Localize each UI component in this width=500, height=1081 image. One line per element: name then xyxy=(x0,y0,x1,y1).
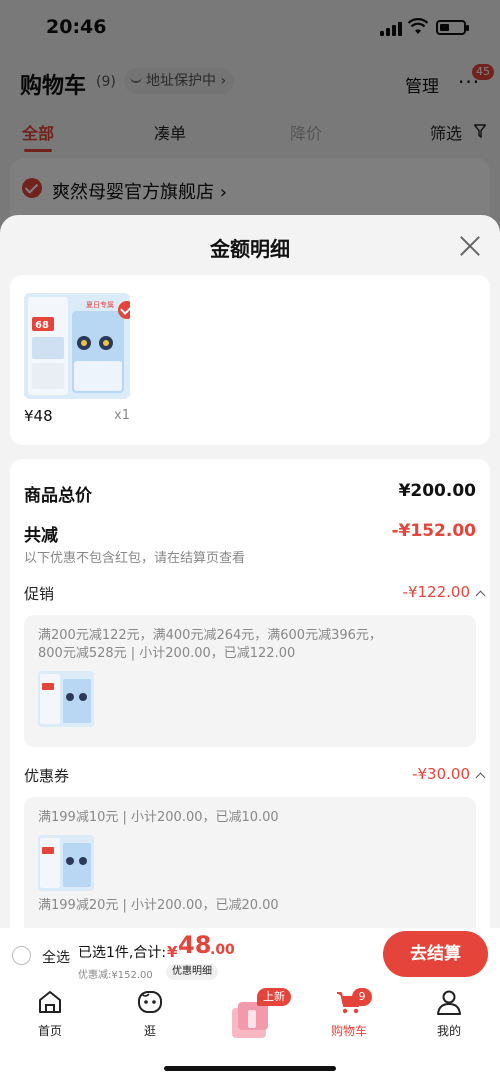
browse-icon xyxy=(138,991,162,1013)
checkout-button[interactable]: 去结算 xyxy=(383,931,488,977)
total-amount-decimal: .00 xyxy=(210,942,235,958)
product-thumbnail xyxy=(38,835,94,891)
tab-cart[interactable]: 购物车 xyxy=(314,988,384,1039)
chevron-up-icon[interactable] xyxy=(475,590,486,601)
currency-symbol: ¥ xyxy=(167,943,178,961)
product-card: 68 夏日专属 ¥48 x1 xyxy=(10,275,490,445)
coupon-value[interactable]: -¥30.00 xyxy=(412,765,470,783)
product-quantity: x1 xyxy=(114,408,130,423)
tab-browse-label: 逛 xyxy=(143,1024,156,1038)
tab-browse[interactable]: 逛 xyxy=(115,988,185,1039)
coupon-rule-1: 满199减10元 | 小计200.00，已减10.00 xyxy=(38,810,279,825)
reduce-note: 以下优惠不包含红包，请在结算页查看 xyxy=(24,551,246,566)
svg-text:68: 68 xyxy=(35,320,49,331)
total-value: ¥200.00 xyxy=(398,481,476,501)
coupon-label: 优惠券 xyxy=(24,767,70,785)
promo-detail-box: 满200元减122元，满400元减264元，满600元减396元， 800元减5… xyxy=(24,615,476,747)
home-icon xyxy=(39,991,61,1013)
discount-amount: 优惠减:¥152.00 xyxy=(78,970,153,981)
promo-value[interactable]: -¥122.00 xyxy=(403,583,470,601)
close-icon[interactable] xyxy=(459,235,481,257)
tab-home[interactable]: 首页 xyxy=(15,988,85,1039)
reduce-value: -¥152.00 xyxy=(391,521,477,541)
tab-me[interactable]: 我的 xyxy=(414,988,484,1039)
reduce-label: 共减 xyxy=(24,526,58,546)
cart-count-badge: 9 xyxy=(352,988,372,1006)
promo-rule-line1: 满200元减122元，满400元减264元，满600元减396元， xyxy=(38,628,382,643)
sheet-title: 金额明细 xyxy=(210,237,290,261)
check-icon xyxy=(118,301,130,319)
tab-me-label: 我的 xyxy=(436,1024,461,1038)
total-label: 商品总价 xyxy=(24,486,92,506)
tab-cart-label: 购物车 xyxy=(330,1024,367,1038)
total-amount: 48 xyxy=(178,931,212,959)
promo-label: 促销 xyxy=(24,585,55,603)
checkout-bar: 全选 已选1件,合计: ¥ 48 .00 优惠减:¥152.00 优惠明细 去结… xyxy=(0,928,500,981)
coupon-rule-2: 满199减20元 | 小计200.00，已减20.00 xyxy=(38,898,279,913)
home-indicator xyxy=(164,1066,336,1071)
selection-summary: 已选1件,合计: xyxy=(78,945,167,961)
product-image: 68 夏日专属 xyxy=(24,293,130,399)
product-price: ¥48 xyxy=(24,407,53,425)
svg-text:夏日专属: 夏日专属 xyxy=(86,300,114,309)
user-icon xyxy=(437,990,461,1015)
tab-home-label: 首页 xyxy=(37,1024,62,1038)
discount-detail-button[interactable]: 优惠明细 xyxy=(166,964,218,980)
promo-rule-line2: 800元减528元 | 小计200.00，已减122.00 xyxy=(38,646,296,661)
product-thumbnail xyxy=(38,671,94,727)
select-all-label[interactable]: 全选 xyxy=(42,947,70,967)
chevron-up-icon[interactable] xyxy=(475,772,486,783)
select-all-checkbox[interactable] xyxy=(12,946,31,965)
new-arrival-badge: 上新 xyxy=(257,988,291,1006)
